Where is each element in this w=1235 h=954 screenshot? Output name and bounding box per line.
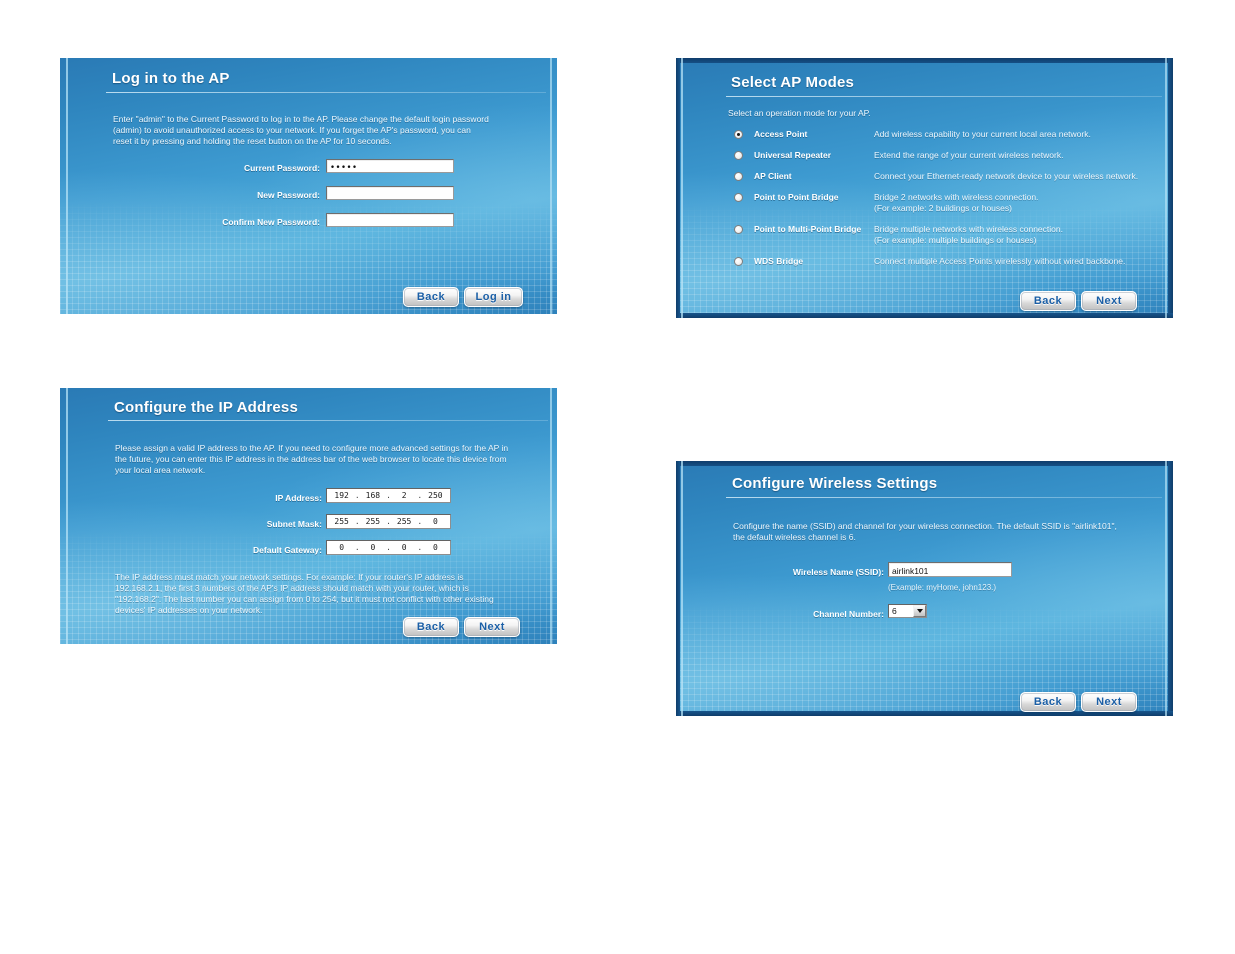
subnet-octet-2[interactable]: 255 [360, 517, 385, 526]
wireless-description: Configure the name (SSID) and channel fo… [733, 521, 1117, 542]
new-password-input[interactable] [326, 186, 454, 200]
ssid-example-hint: (Example: myHome, john123.) [888, 583, 997, 592]
mode-row-wds-bridge[interactable]: WDS Bridge Connect multiple Access Point… [676, 256, 1173, 270]
mode-row-point-to-multipoint-bridge[interactable]: Point to Multi-Point Bridge Bridge multi… [676, 224, 1173, 245]
ap-modes-panel: Select AP Modes Select an operation mode… [676, 58, 1173, 318]
mode-label-point-to-point-bridge: Point to Point Bridge [754, 192, 839, 202]
ip-address-label: IP Address: [275, 493, 322, 503]
subnet-mask-label: Subnet Mask: [266, 519, 322, 529]
default-gateway-label: Default Gateway: [253, 545, 322, 555]
ssid-label: Wireless Name (SSID): [792, 567, 884, 577]
new-password-label: New Password: [257, 190, 320, 200]
ip-octet-3[interactable]: 2 [392, 491, 417, 500]
back-button[interactable]: Back [1020, 692, 1076, 712]
mode-desc-universal-repeater: Extend the range of your current wireles… [874, 150, 1064, 160]
ip-footer-note: The IP address must match your network s… [115, 572, 494, 615]
login-description: Enter "admin" to the Current Password to… [113, 114, 489, 146]
next-button[interactable]: Next [464, 617, 520, 637]
radio-selected-icon[interactable] [734, 130, 743, 139]
mode-desc-point-to-multipoint-bridge: Bridge multiple networks with wireless c… [874, 224, 1063, 234]
back-button[interactable]: Back [1020, 291, 1076, 311]
radio-unselected-icon[interactable] [734, 151, 743, 160]
ip-address-input[interactable]: 192 . 168 . 2 . 250 [326, 488, 451, 503]
title-divider [726, 96, 1162, 97]
page-title: Select AP Modes [731, 74, 855, 91]
gateway-octet-2[interactable]: 0 [360, 543, 385, 552]
radio-unselected-icon[interactable] [734, 257, 743, 266]
mode-desc-wds-bridge: Connect multiple Access Points wirelessl… [874, 256, 1126, 266]
back-button[interactable]: Back [403, 617, 459, 637]
subnet-mask-input[interactable]: 255 . 255 . 255 . 0 [326, 514, 451, 529]
ip-octet-2[interactable]: 168 [360, 491, 385, 500]
title-divider [726, 497, 1162, 498]
gateway-octet-4[interactable]: 0 [423, 543, 448, 552]
page-title: Configure the IP Address [114, 399, 298, 416]
login-button[interactable]: Log in [464, 287, 523, 307]
current-password-value: ••••• [330, 163, 358, 173]
mode-row-universal-repeater[interactable]: Universal Repeater Extend the range of y… [676, 150, 1173, 164]
back-button[interactable]: Back [403, 287, 459, 307]
mode-label-ap-client: AP Client [754, 171, 792, 181]
mode-row-point-to-point-bridge[interactable]: Point to Point Bridge Bridge 2 networks … [676, 192, 1173, 213]
new-password-value [327, 187, 453, 191]
subnet-octet-4[interactable]: 0 [423, 517, 448, 526]
ip-octet-1[interactable]: 192 [329, 491, 354, 500]
default-gateway-input[interactable]: 0 . 0 . 0 . 0 [326, 540, 451, 555]
wireless-settings-panel: Configure Wireless Settings Configure th… [676, 461, 1173, 716]
confirm-password-input[interactable] [326, 213, 454, 227]
channel-number-value: 6 [892, 605, 897, 616]
channel-number-label: Channel Number: [813, 609, 884, 619]
current-password-label: Current Password: [243, 163, 320, 173]
mode-label-access-point: Access Point [754, 129, 808, 139]
ssid-value: airlink101 [892, 566, 929, 576]
page-title: Configure Wireless Settings [732, 475, 938, 492]
mode-desc-ap-client: Connect your Ethernet-ready network devi… [874, 171, 1139, 181]
mode-desc2-point-to-multipoint-bridge: (For example: multiple buildings or hous… [874, 235, 1037, 245]
confirm-password-value [327, 214, 453, 218]
title-divider [108, 420, 548, 421]
mode-row-ap-client[interactable]: AP Client Connect your Ethernet-ready ne… [676, 171, 1173, 185]
login-panel: Log in to the AP Enter "admin" to the Cu… [60, 58, 557, 314]
mode-label-point-to-multipoint-bridge: Point to Multi-Point Bridge [754, 224, 862, 234]
radio-unselected-icon[interactable] [734, 193, 743, 202]
mode-desc-point-to-point-bridge: Bridge 2 networks with wireless connecti… [874, 192, 1039, 202]
mode-desc2-point-to-point-bridge: (For example: 2 buildings or houses) [874, 203, 1012, 213]
mode-label-wds-bridge: WDS Bridge [754, 256, 804, 266]
chevron-down-icon[interactable] [913, 605, 926, 617]
next-button[interactable]: Next [1081, 692, 1137, 712]
ssid-input[interactable]: airlink101 [888, 562, 1012, 577]
page-title: Log in to the AP [112, 70, 230, 87]
ip-address-panel: Configure the IP Address Please assign a… [60, 388, 557, 644]
gateway-octet-1[interactable]: 0 [329, 543, 354, 552]
modes-description: Select an operation mode for your AP. [728, 108, 871, 118]
gateway-octet-3[interactable]: 0 [392, 543, 417, 552]
ip-description: Please assign a valid IP address to the … [115, 443, 509, 475]
title-divider [106, 92, 546, 93]
radio-unselected-icon[interactable] [734, 172, 743, 181]
channel-number-select[interactable]: 6 [888, 604, 927, 618]
radio-unselected-icon[interactable] [734, 225, 743, 234]
next-button[interactable]: Next [1081, 291, 1137, 311]
mode-desc-access-point: Add wireless capability to your current … [874, 129, 1091, 139]
ip-octet-4[interactable]: 250 [423, 491, 448, 500]
current-password-input[interactable]: ••••• [326, 159, 454, 173]
mode-row-access-point[interactable]: Access Point Add wireless capability to … [676, 129, 1173, 143]
mode-label-universal-repeater: Universal Repeater [754, 150, 832, 160]
subnet-octet-1[interactable]: 255 [329, 517, 354, 526]
subnet-octet-3[interactable]: 255 [392, 517, 417, 526]
confirm-password-label: Confirm New Password: [222, 217, 320, 227]
